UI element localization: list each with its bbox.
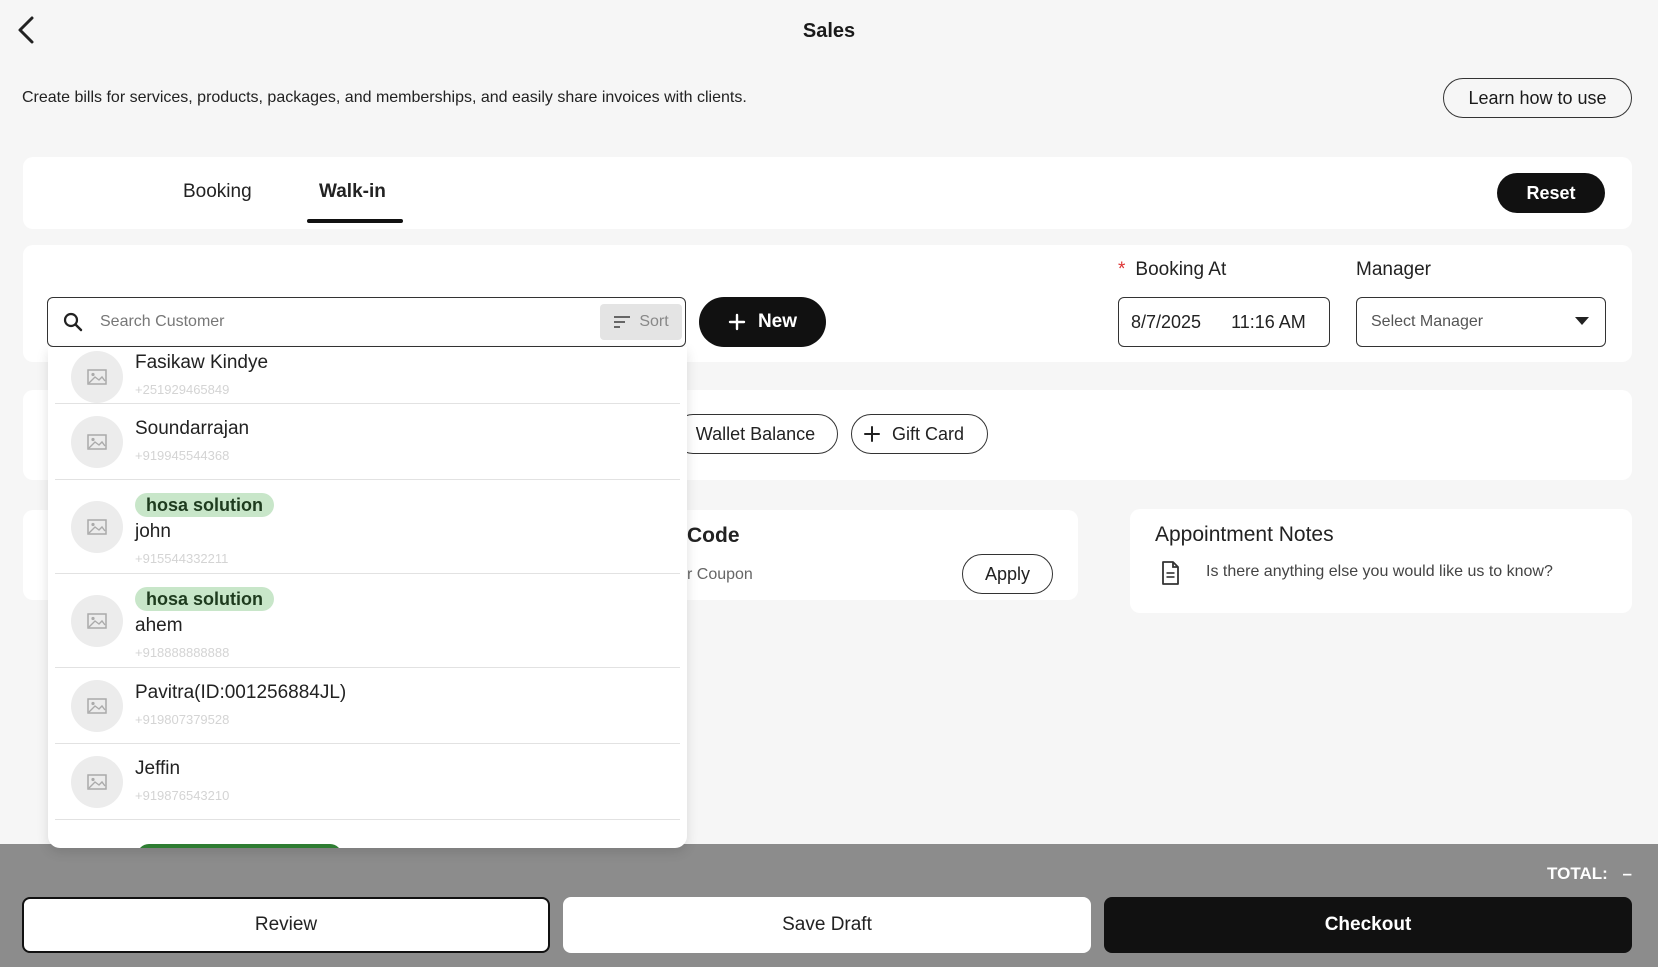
sort-label: Sort — [639, 313, 669, 330]
avatar — [71, 595, 123, 647]
search-icon — [63, 312, 83, 332]
caret-down-icon — [1575, 317, 1589, 325]
avatar — [71, 501, 123, 553]
booking-date: 8/7/2025 — [1131, 311, 1202, 332]
booking-at-label: * Booking At — [1118, 259, 1226, 281]
document-icon — [1162, 561, 1179, 585]
customer-tag: hosa solution — [135, 493, 274, 517]
manager-label: Manager — [1356, 259, 1431, 280]
customer-phone: +919945544368 — [135, 448, 230, 460]
booking-time: 11:16 AM — [1231, 311, 1306, 332]
customer-tag: hosa solution — [135, 587, 274, 611]
sort-button[interactable]: Sort — [600, 304, 682, 340]
image-placeholder-icon — [87, 698, 107, 714]
customer-phone: +915544332211 — [135, 551, 229, 563]
avatar — [71, 416, 123, 468]
customer-list-item[interactable]: hosa solution john +915544332211 — [55, 480, 680, 574]
checkout-bar: TOTAL: – Review Save Draft Checkout — [0, 844, 1658, 967]
required-mark: * — [1118, 259, 1126, 280]
customer-list-item[interactable]: Jeffin +919876543210 — [55, 744, 680, 820]
image-placeholder-icon — [87, 519, 107, 535]
app-header: Sales — [0, 0, 1658, 60]
avatar — [71, 351, 123, 403]
image-placeholder-icon — [87, 613, 107, 629]
review-button[interactable]: Review — [22, 897, 550, 953]
customer-tag-partial — [137, 844, 342, 848]
customer-dropdown: Fasikaw Kindye +251929465849 Soundarraja… — [48, 347, 687, 848]
gift-card-button[interactable]: Gift Card — [851, 414, 988, 454]
image-placeholder-icon — [87, 774, 107, 790]
avatar — [71, 680, 123, 732]
appointment-notes-card: Appointment Notes Is there anything else… — [1130, 509, 1632, 613]
tab-booking[interactable]: Booking — [183, 181, 252, 203]
total-value: – — [1622, 864, 1632, 883]
save-draft-button[interactable]: Save Draft — [563, 897, 1091, 953]
coupon-input[interactable]: r Coupon — [687, 566, 753, 584]
tab-walk-in[interactable]: Walk-in — [319, 181, 386, 203]
customer-phone: +251929465849 — [135, 382, 230, 394]
customer-list-item[interactable]: Soundarrajan +919945544368 — [55, 404, 680, 480]
manager-select[interactable]: Select Manager — [1356, 297, 1606, 347]
new-label: New — [757, 311, 798, 332]
gift-card-label: Gift Card — [892, 423, 965, 444]
customer-name: john — [135, 521, 171, 542]
active-tab-indicator — [307, 219, 403, 223]
customer-name: Fasikaw Kindye — [135, 352, 269, 373]
customer-search-input[interactable] — [100, 298, 540, 345]
appointment-notes-title: Appointment Notes — [1155, 523, 1334, 546]
total-summary: TOTAL: – — [1547, 864, 1632, 884]
new-customer-button[interactable]: New — [699, 297, 826, 347]
customer-list-item[interactable]: Fasikaw Kindye +251929465849 — [55, 347, 680, 404]
customer-phone: +919876543210 — [135, 788, 230, 800]
customer-name: ahem — [135, 615, 183, 636]
promo-code-title: Code — [687, 524, 740, 547]
customer-search-box: Sort — [47, 297, 686, 347]
reset-button[interactable]: Reset — [1497, 173, 1605, 213]
image-placeholder-icon — [87, 369, 107, 385]
customer-phone: +918888888888 — [135, 645, 230, 657]
wallet-balance-button[interactable]: Wallet Balance — [673, 414, 838, 454]
checkout-button[interactable]: Checkout — [1104, 897, 1632, 953]
customer-name: Jeffin — [135, 758, 181, 779]
total-label: TOTAL: — [1547, 864, 1608, 883]
booking-date-time-field[interactable]: 8/7/2025 11:16 AM — [1118, 297, 1330, 347]
apply-coupon-button[interactable]: Apply — [962, 554, 1053, 594]
sort-icon — [614, 316, 631, 328]
customer-list-item[interactable]: hosa solution ahem +918888888888 — [55, 574, 680, 668]
manager-placeholder: Select Manager — [1371, 313, 1484, 330]
customer-name: Soundarrajan — [135, 418, 250, 439]
plus-icon — [864, 426, 880, 442]
avatar — [71, 756, 123, 808]
customer-phone: +919807379528 — [135, 712, 230, 724]
learn-how-button[interactable]: Learn how to use — [1443, 78, 1632, 118]
sale-type-tabs: Booking Walk-in Reset — [23, 157, 1632, 229]
appointment-notes-input[interactable]: Is there anything else you would like us… — [1206, 563, 1553, 581]
booking-at-text: Booking At — [1135, 259, 1227, 280]
page-description: Create bills for services, products, pac… — [22, 89, 747, 106]
page-title: Sales — [802, 20, 856, 42]
customer-name: Pavitra(ID:001256884JL) — [135, 682, 347, 703]
plus-icon — [728, 313, 746, 331]
image-placeholder-icon — [87, 434, 107, 450]
customer-form-card: Sort New * Booking At Manager 8/7/2025 11… — [23, 245, 1632, 362]
customer-list-item[interactable]: Pavitra(ID:001256884JL) +919807379528 — [55, 668, 680, 744]
